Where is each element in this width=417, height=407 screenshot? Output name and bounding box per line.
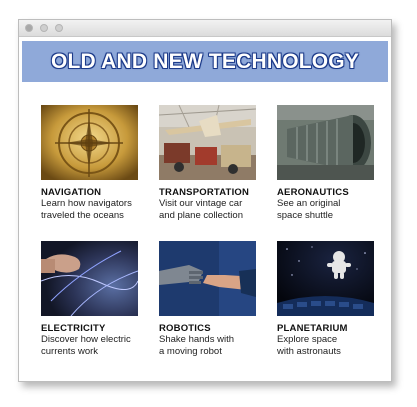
exhibit-card-electricity[interactable]: ELECTRICITY Discover how electric curren… xyxy=(41,241,141,358)
compass-photo[interactable] xyxy=(41,105,138,180)
planetarium-dome-photo[interactable] xyxy=(277,241,374,316)
exhibit-title[interactable]: NAVIGATION xyxy=(41,187,141,198)
maximize-window-dot[interactable] xyxy=(55,24,63,32)
exhibit-description-line1: Discover how electric xyxy=(41,334,131,345)
exhibit-card-aeronautics[interactable]: AERONAUTICS See an original space shuttl… xyxy=(277,105,377,222)
exhibit-card-planetarium[interactable]: PLANETARIUM Explore space with astronaut… xyxy=(277,241,377,358)
exhibit-description-line1: Shake hands with xyxy=(159,334,234,345)
exhibit-description-line2: with astronauts xyxy=(277,346,341,357)
page-title: OLD AND NEW TECHNOLOGY xyxy=(50,49,360,73)
exhibit-title[interactable]: AERONAUTICS xyxy=(277,187,377,198)
exhibit-title[interactable]: PLANETARIUM xyxy=(277,323,377,334)
exhibit-card-navigation[interactable]: NAVIGATION Learn how navigators traveled… xyxy=(41,105,141,222)
exhibit-description-line1: Visit our vintage car xyxy=(159,198,243,209)
exhibit-description-line2: and plane collection xyxy=(159,210,243,221)
exhibit-description-line1: See an original xyxy=(277,198,341,209)
exhibit-title[interactable]: ROBOTICS xyxy=(159,323,259,334)
vintage-plane-photo[interactable] xyxy=(159,105,256,180)
exhibit-description-line2: currents work xyxy=(41,346,99,357)
plasma-ball-photo[interactable] xyxy=(41,241,138,316)
close-window-dot[interactable] xyxy=(25,24,33,32)
rocket-engine-photo[interactable] xyxy=(277,105,374,180)
window-titlebar xyxy=(19,20,391,37)
exhibit-description-line1: Explore space xyxy=(277,334,338,345)
exhibit-card-robotics[interactable]: ROBOTICS Shake hands with a moving robot xyxy=(159,241,259,358)
exhibit-card-transportation[interactable]: TRANSPORTATION Visit our vintage car and… xyxy=(159,105,259,222)
exhibit-title[interactable]: ELECTRICITY xyxy=(41,323,141,334)
exhibit-description-line2: traveled the oceans xyxy=(41,210,124,221)
exhibit-title[interactable]: TRANSPORTATION xyxy=(159,187,259,198)
minimize-window-dot[interactable] xyxy=(40,24,48,32)
exhibit-description-line2: space shuttle xyxy=(277,210,333,221)
robot-handshake-photo[interactable] xyxy=(159,241,256,316)
exhibit-description-line1: Learn how navigators xyxy=(41,198,132,209)
browser-window: OLD AND NEW TECHNOLOGY NAVIGATION Learn … xyxy=(18,19,392,382)
exhibit-description-line2: a moving robot xyxy=(159,346,222,357)
page-banner: OLD AND NEW TECHNOLOGY xyxy=(22,41,388,82)
